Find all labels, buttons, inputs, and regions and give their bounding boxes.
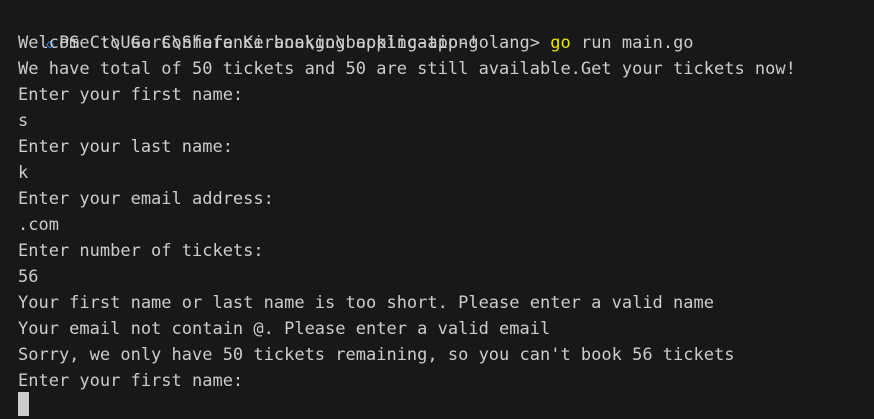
output-line: Enter your first name: (18, 85, 244, 105)
command-keyword: go (550, 33, 571, 53)
input-line: .com (18, 215, 59, 235)
input-line: k (18, 163, 29, 183)
terminal-panel[interactable]: ◇ PS C:\Users\Shafa Kirana\go\booking-app… (0, 0, 874, 419)
command-args: run main.go (570, 33, 694, 53)
output-line: Enter your last name: (18, 137, 233, 157)
output-line: We have total of 50 tickets and 50 are s… (18, 59, 796, 79)
output-line: Enter your first name: (18, 371, 244, 391)
output-line: Enter number of tickets: (18, 241, 264, 261)
output-line: Welcome to Go Conference booking applica… (18, 33, 479, 53)
output-line: Sorry, we only have 50 tickets remaining… (18, 345, 735, 365)
output-line: Enter your email address: (18, 189, 274, 209)
output-line: Your email not contain @. Please enter a… (18, 319, 551, 339)
terminal-cursor[interactable] (18, 392, 29, 416)
output-line: Your first name or last name is too shor… (18, 293, 714, 313)
input-line: s (18, 111, 29, 131)
prompt-line: ◇ PS C:\Users\Shafa Kirana\go\booking-app… (0, 4, 694, 53)
input-line: 56 (18, 267, 39, 287)
